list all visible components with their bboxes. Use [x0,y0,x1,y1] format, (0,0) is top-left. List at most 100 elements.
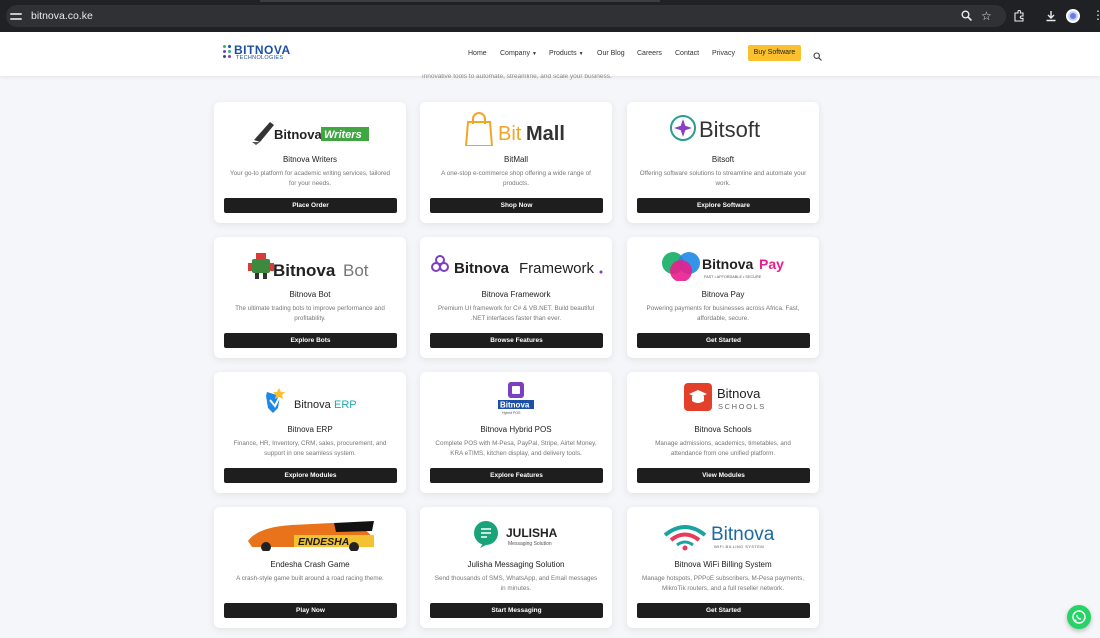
explore-features-button[interactable]: Explore Features [430,468,603,483]
logo-text: Bitnova [294,399,332,411]
download-icon[interactable] [1045,10,1057,24]
bitnova-pay-logo: Bitnova Pay FAST • AFFORDABLE • SECURE [627,245,819,282]
logo-tagline: Messaging Solution [508,541,552,547]
card-title: Bitnova Hybrid POS [480,425,552,434]
browser-toolbar: bitnova.co.ke ☆ ⋮ [0,0,1100,32]
logo-text: Bitnova [500,401,530,410]
card-description: Send thousands of SMS, WhatsApp, and Ema… [434,575,598,592]
bitnova-erp-logo: Bitnova ERP [214,380,406,416]
logo-subtitle: TECHNOLOGIES [236,55,284,61]
product-card: Bitnova Pay FAST • AFFORDABLE • SECURE B… [627,237,819,358]
tab-strip [0,0,1100,4]
profile-avatar[interactable] [1066,9,1080,23]
card-description: The ultimate trading bots to improve per… [235,305,385,322]
logo-text-accent: SCHOOLS [718,402,766,411]
logo-text-accent: Pay [759,256,784,272]
card-title: Bitnova Bot [289,290,331,299]
logo-text: Bitsoft [699,117,760,142]
card-title: Bitnova Schools [694,425,752,434]
start-messaging-button[interactable]: Start Messaging [430,603,603,618]
card-description: Finance, HR, Inventory, CRM, sales, proc… [233,440,387,457]
bitnova-wifi-logo: Bitnova WIFI BILLING SYSTEM [627,515,819,551]
endesha-logo: ENDESHA [214,515,406,552]
bitnova-hybrid-pos-logo: Bitnova Hybrid POS [420,380,612,416]
explore-modules-button[interactable]: Explore Modules [224,468,397,483]
logo-text-accent: ERP [334,399,357,411]
bitmall-logo: Bit Mall [420,110,612,147]
product-card: Bitnova Hybrid POS Bitnova Hybrid POS Co… [420,372,612,493]
card-description: A crash-style game built around a road r… [236,575,384,582]
extensions-icon[interactable] [1013,9,1025,24]
bitnova-schools-logo: Bitnova SCHOOLS [627,380,819,416]
explore-software-button[interactable]: Explore Software [637,198,810,213]
card-description: Complete POS with M-Pesa, PayPal, Stripe… [435,440,597,457]
bitnova-framework-logo: Bitnova Framework [420,245,612,281]
bookmark-star-icon[interactable]: ☆ [981,10,992,22]
url-text[interactable]: bitnova.co.ke [31,10,93,22]
logo-dots-icon [222,43,234,63]
zoom-icon[interactable] [961,10,973,23]
logo-text-accent: Writers [324,129,362,141]
address-bar[interactable] [6,5,1006,27]
julisha-logo: JULISHA Messaging Solution [420,515,612,551]
whatsapp-icon [1072,610,1086,624]
play-now-button[interactable]: Play Now [224,603,397,618]
nav-company[interactable]: Company ▼ [500,50,537,57]
logo-text-accent: Bot [343,261,369,280]
logo-text: Bit [498,123,522,145]
browse-features-button[interactable]: Browse Features [430,333,603,348]
card-title: Bitsoft [711,155,735,164]
more-menu-icon[interactable]: ⋮ [1092,9,1100,21]
logo-text: Bitnova [702,256,754,272]
nav-products[interactable]: Products ▼ [549,50,584,57]
product-card: JULISHA Messaging Solution Julisha Messa… [420,507,612,628]
bitsoft-logo: Bitsoft [627,110,819,146]
product-card: Bitnova Bot Bitnova Bot The ultimate tra… [214,237,406,358]
shop-now-button[interactable]: Shop Now [430,198,603,213]
get-started-button[interactable]: Get Started [637,603,810,618]
search-icon[interactable] [813,48,822,61]
logo-tagline: FAST • AFFORDABLE • SECURE [704,275,762,279]
card-description: Premium UI framework for C# & VB.NET. Bu… [437,305,595,322]
logo-text: Bitnova [454,260,510,277]
nav-home[interactable]: Home [468,50,487,57]
product-card: Bitsoft Bitsoft Offering software soluti… [627,102,819,223]
logo-text: Bitnova [711,524,775,545]
site-info-icon[interactable] [10,11,22,21]
nav-privacy[interactable]: Privacy [712,50,735,57]
product-card: Bitnova SCHOOLS Bitnova Schools Manage a… [627,372,819,493]
nav-contact[interactable]: Contact [675,50,699,57]
get-started-button[interactable]: Get Started [637,333,810,348]
chevron-down-icon: ▼ [531,51,537,57]
whatsapp-chat-button[interactable] [1067,605,1091,629]
nav-careers[interactable]: Careers [637,50,662,57]
logo-tagline: WIFI BILLING SYSTEM [714,544,764,549]
card-title: Bitnova WiFi Billing System [674,560,772,569]
card-title: BitMall [503,155,528,164]
card-title: Bitnova Framework [481,290,551,299]
bitnova-bot-logo: Bitnova Bot [214,245,406,281]
logo-text: Bitnova [274,127,322,142]
card-description: A one-stop e-commerce shop offering a wi… [441,170,591,187]
nav-blog[interactable]: Our Blog [597,50,625,57]
card-description: Manage hotspots, PPPoE subscribers, M-Pe… [641,575,805,592]
product-card: Bit Mall BitMall A one-stop e-commerce s… [420,102,612,223]
place-order-button[interactable]: Place Order [224,198,397,213]
nav-products-label: Products [549,50,577,57]
product-card: ENDESHA Endesha Crash Game A crash-style… [214,507,406,628]
chevron-down-icon: ▼ [578,51,584,57]
product-card: Bitnova WIFI BILLING SYSTEM Bitnova WiFi… [627,507,819,628]
buy-software-button[interactable]: Buy Software [748,45,801,61]
logo-text-accent: Mall [526,123,565,145]
product-card: Bitnova Framework Bitnova Framework Prem… [420,237,612,358]
card-description: Offering software solutions to streamlin… [639,170,807,187]
logo-text: JULISHA [506,526,558,540]
card-description: Manage admissions, academics, timetables… [655,440,791,457]
logo-text: ENDESHA [298,536,349,548]
site-logo[interactable]: BITNOVA TECHNOLOGIES [222,43,292,63]
card-title: Julisha Messaging Solution [467,560,565,569]
section-intro: innovative tools to automate, streamline… [422,74,612,80]
view-modules-button[interactable]: View Modules [637,468,810,483]
card-description: Powering payments for businesses across … [646,305,800,322]
explore-bots-button[interactable]: Explore Bots [224,333,397,348]
